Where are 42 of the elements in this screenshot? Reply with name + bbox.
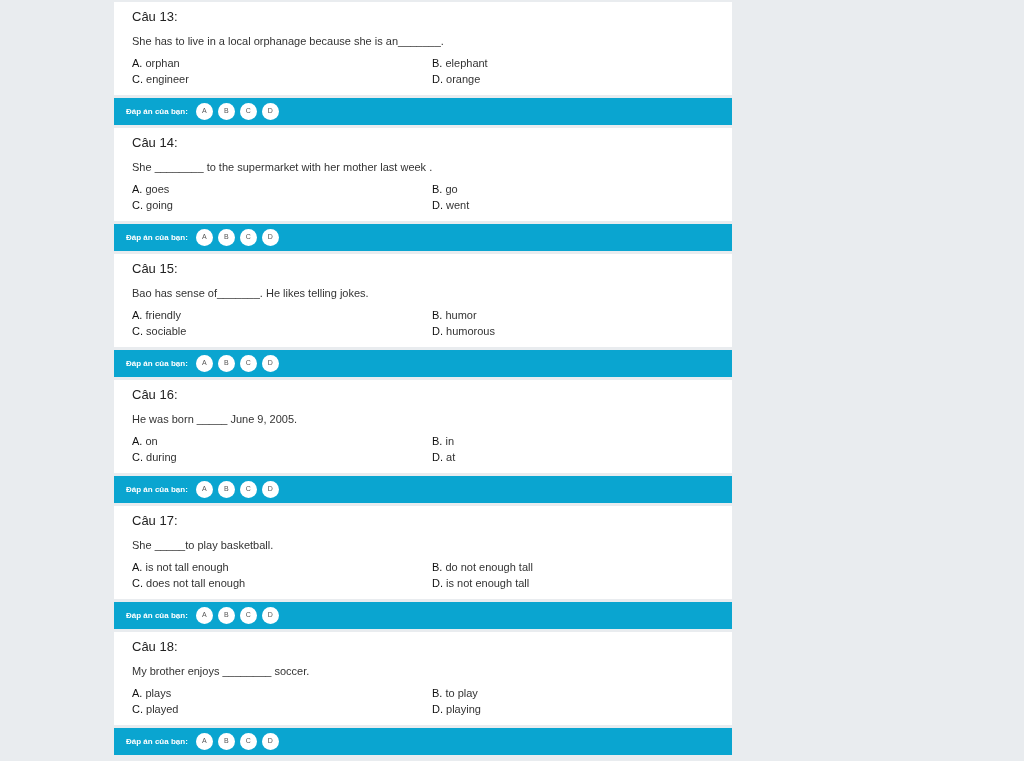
answer-option: B. humor	[432, 308, 716, 322]
question-title: Câu 16:	[132, 387, 179, 403]
answer-option: D. is not enough tall	[432, 576, 716, 590]
answer-option: D. playing	[432, 702, 716, 716]
answer-option: C. during	[132, 450, 432, 464]
answer-option: C. sociable	[132, 324, 432, 338]
question-title: Câu 17:	[132, 513, 179, 529]
answer-label: Đáp án của bạn:	[126, 105, 188, 118]
answer-option: A. orphan	[132, 56, 432, 70]
answer-option: C. engineer	[132, 72, 432, 86]
answer-option: B. elephant	[432, 56, 716, 70]
question-title: Câu 18:	[132, 639, 179, 655]
question-text: My brother enjoys ________ soccer.	[132, 664, 311, 678]
answer-option: A. is not tall enough	[132, 560, 432, 574]
answer-option: D. at	[432, 450, 716, 464]
answer-option: B. to play	[432, 686, 716, 700]
question-text: She _____to play basketball.	[132, 538, 275, 552]
answer-option: C. going	[132, 198, 432, 212]
answer-option: D. orange	[432, 72, 716, 86]
answer-option: B. in	[432, 434, 716, 448]
question-text: Bao has sense of_______. He likes telling jokes.	[132, 286, 370, 300]
answer-option: C. played	[132, 702, 432, 716]
question-title: Câu 15:	[132, 261, 179, 277]
answer-label: Đáp án của bạn:	[126, 609, 188, 622]
answer-option: A. plays	[132, 686, 432, 700]
answer-option: A. friendly	[132, 308, 432, 322]
answer-label: Đáp án của bạn:	[126, 483, 188, 496]
answer-label: Đáp án của bạn:	[126, 231, 188, 244]
question-text: She has to live in a local orphanage because she is an_______.	[132, 34, 445, 48]
answer-option: D. went	[432, 198, 716, 212]
question-text: She ________ to the supermarket with her mother last week .	[132, 160, 434, 174]
answer-option: A. on	[132, 434, 432, 448]
answer-option: B. do not enough tall	[432, 560, 716, 574]
answer-option: C. does not tall enough	[132, 576, 432, 590]
answer-label: Đáp án của bạn:	[126, 357, 188, 370]
question-title: Câu 14:	[132, 135, 179, 151]
answer-option: A. goes	[132, 182, 432, 196]
answer-option: D. humorous	[432, 324, 716, 338]
question-text: He was born _____ June 9, 2005.	[132, 412, 299, 426]
answer-option: B. go	[432, 182, 716, 196]
answer-label: Đáp án của bạn:	[126, 735, 188, 748]
question-title: Câu 13:	[132, 9, 179, 25]
